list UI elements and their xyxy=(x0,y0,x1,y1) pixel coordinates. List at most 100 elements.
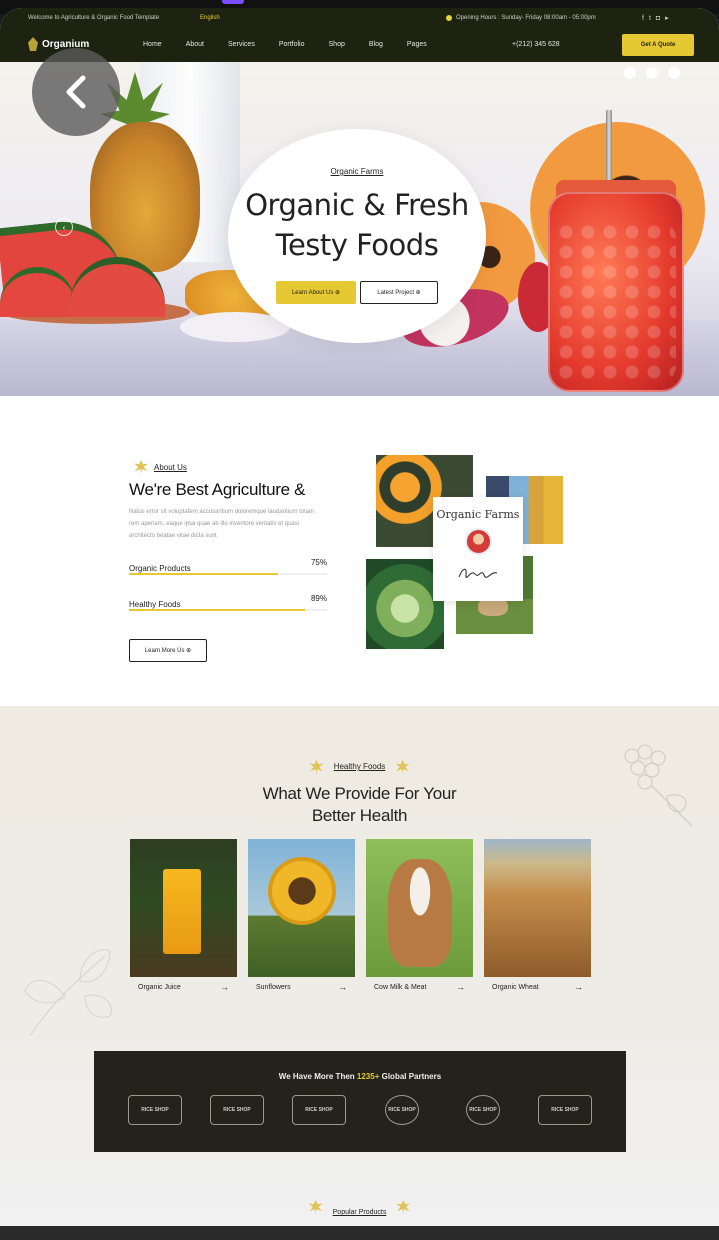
menu-services[interactable]: Services xyxy=(228,41,255,48)
slider-prev-icon[interactable]: ‹ xyxy=(55,218,73,236)
phone-number[interactable]: +(212) 345 628 xyxy=(512,41,560,48)
menu: Home About Services Portfolio Shop Blog … xyxy=(143,41,451,48)
farm-card: Organic Farms xyxy=(433,497,523,601)
back-button[interactable] xyxy=(32,48,120,136)
wheat-field-image xyxy=(484,839,591,977)
card-label: Cow Milk & Meat xyxy=(374,984,427,991)
chevron-left-icon xyxy=(66,75,86,109)
partners-title: We Have More Then 1235+ Global Partners xyxy=(94,1072,626,1081)
popular-eyebrow-label: Popular Products xyxy=(332,1209,387,1216)
facebook-icon[interactable]: f xyxy=(642,15,649,22)
arrow-right-icon[interactable]: → xyxy=(574,982,583,992)
top-utility-bar: Welcome to Agriculture & Organic Food Te… xyxy=(0,8,719,28)
twitter-icon[interactable]: t xyxy=(649,15,656,22)
juice-jar-image xyxy=(548,192,684,392)
wheat-icon xyxy=(396,1200,411,1214)
farm-card-title: Organic Farms xyxy=(436,508,520,521)
skill-healthy-foods: Healthy Foods 89% xyxy=(129,594,327,612)
wheat-icon xyxy=(308,1200,323,1214)
partners-title-prefix: We Have More Then xyxy=(278,1072,355,1081)
partners-banner: We Have More Then 1235+ Global Partners … xyxy=(94,1051,626,1152)
notch-indicator xyxy=(222,0,244,4)
card-label: Organic Wheat xyxy=(492,984,539,991)
partners-count: 1235+ xyxy=(356,1072,380,1081)
logo-icon xyxy=(28,37,38,51)
partner-logo[interactable]: RICE SHOP xyxy=(292,1095,346,1125)
card-label: Sunflowers xyxy=(256,984,291,991)
get-quote-button[interactable]: Get A Quote xyxy=(622,34,694,56)
wheat-icon xyxy=(395,760,410,774)
popular-eyebrow: Popular Products xyxy=(0,1200,719,1216)
progress-track xyxy=(129,609,327,611)
progress-fill xyxy=(129,573,278,575)
healthy-title: What We Provide For Your Better Health xyxy=(0,783,719,827)
arrow-right-icon[interactable]: → xyxy=(456,982,465,992)
bottom-bar xyxy=(0,1226,719,1240)
signature-image xyxy=(458,568,498,579)
hero-title-line1: Organic & Fresh xyxy=(245,188,469,222)
about-eyebrow-label: About Us xyxy=(154,462,187,472)
partner-logo[interactable]: RICE SHOP xyxy=(210,1095,264,1125)
about-eyebrow: About Us xyxy=(134,460,187,474)
organic-juice-image xyxy=(130,839,237,977)
product-card-organic-juice[interactable]: Organic Juice → xyxy=(130,839,237,992)
skill-organic-products: Organic Products 75% xyxy=(129,558,327,576)
welcome-text: Welcome to Agriculture & Organic Food Te… xyxy=(28,15,160,21)
wheat-icon xyxy=(134,460,148,474)
learn-more-button[interactable]: Learn More Us ⊕ xyxy=(129,639,207,662)
partners-title-suffix: Global Partners xyxy=(381,1072,442,1081)
opening-hours: Opening Hours : Sunday- Friday 08:00am -… xyxy=(446,15,596,21)
more-dot-icon xyxy=(624,67,636,79)
latest-project-button[interactable]: Latest Project ⊕ xyxy=(360,281,438,304)
healthy-title-line1: What We Provide For Your xyxy=(262,784,457,803)
product-card-organic-wheat[interactable]: Organic Wheat → xyxy=(484,839,591,992)
learn-about-us-button[interactable]: Learn About Us ⊕ xyxy=(276,281,356,304)
arrow-circle-icon: ⊕ xyxy=(186,648,192,654)
about-section: About Us We're Best Agriculture & Natus … xyxy=(0,396,719,706)
youtube-icon[interactable]: ▸ xyxy=(665,15,674,22)
more-options-button[interactable] xyxy=(624,64,680,82)
main-nav: Organium Home About Services Portfolio S… xyxy=(0,28,719,62)
hero-title: Organic & Fresh Testy Foods xyxy=(228,185,486,265)
social-icons: ft◘▸ xyxy=(642,14,674,22)
partner-logo[interactable]: RICE SHOP xyxy=(466,1095,500,1125)
product-card-sunflowers[interactable]: Sunflowers → xyxy=(248,839,355,992)
menu-home[interactable]: Home xyxy=(143,41,162,48)
partner-logo[interactable]: RICE SHOP xyxy=(385,1095,419,1125)
sunflower-image xyxy=(248,839,355,977)
progress-track xyxy=(129,573,327,575)
cow-image xyxy=(366,839,473,977)
language-selector[interactable]: English xyxy=(200,15,220,21)
about-description: Natus error sit voluptatem accusantium d… xyxy=(129,509,315,539)
partner-logo[interactable]: RICE SHOP xyxy=(128,1095,182,1125)
hero-eyebrow: Organic Farms xyxy=(330,167,384,176)
progress-fill xyxy=(129,609,306,611)
menu-blog[interactable]: Blog xyxy=(369,41,383,48)
menu-portfolio[interactable]: Portfolio xyxy=(279,41,305,48)
product-card-cow-milk[interactable]: Cow Milk & Meat → xyxy=(366,839,473,992)
skill-percent: 75% xyxy=(310,558,327,567)
healthy-eyebrow: Healthy Foods xyxy=(0,760,719,774)
healthy-foods-section: Healthy Foods What We Provide For Your B… xyxy=(0,706,719,1226)
partner-logo[interactable]: RICE SHOP xyxy=(538,1095,592,1125)
menu-about[interactable]: About xyxy=(186,41,204,48)
avatar xyxy=(465,528,492,555)
skill-label: Organic Products xyxy=(129,564,191,573)
healthy-title-line2: Better Health xyxy=(311,806,408,825)
arrow-right-icon[interactable]: → xyxy=(220,982,229,992)
instagram-icon[interactable]: ◘ xyxy=(656,15,665,22)
menu-shop[interactable]: Shop xyxy=(329,41,345,48)
decorative-leaf-icon xyxy=(24,949,112,1037)
about-title: We're Best Agriculture & xyxy=(129,480,306,499)
card-label: Organic Juice xyxy=(138,984,181,991)
website-preview: Welcome to Agriculture & Organic Food Te… xyxy=(0,8,719,1226)
arrow-circle-icon: ⊕ xyxy=(335,290,341,296)
more-dot-icon xyxy=(668,67,680,79)
healthy-eyebrow-label: Healthy Foods xyxy=(333,762,386,772)
skill-label: Healthy Foods xyxy=(129,600,181,609)
more-dot-icon xyxy=(646,67,658,79)
screen: Welcome to Agriculture & Organic Food Te… xyxy=(0,0,719,1240)
arrow-right-icon[interactable]: → xyxy=(338,982,347,992)
hero-title-line2: Testy Foods xyxy=(275,228,439,262)
menu-pages[interactable]: Pages xyxy=(407,41,427,48)
